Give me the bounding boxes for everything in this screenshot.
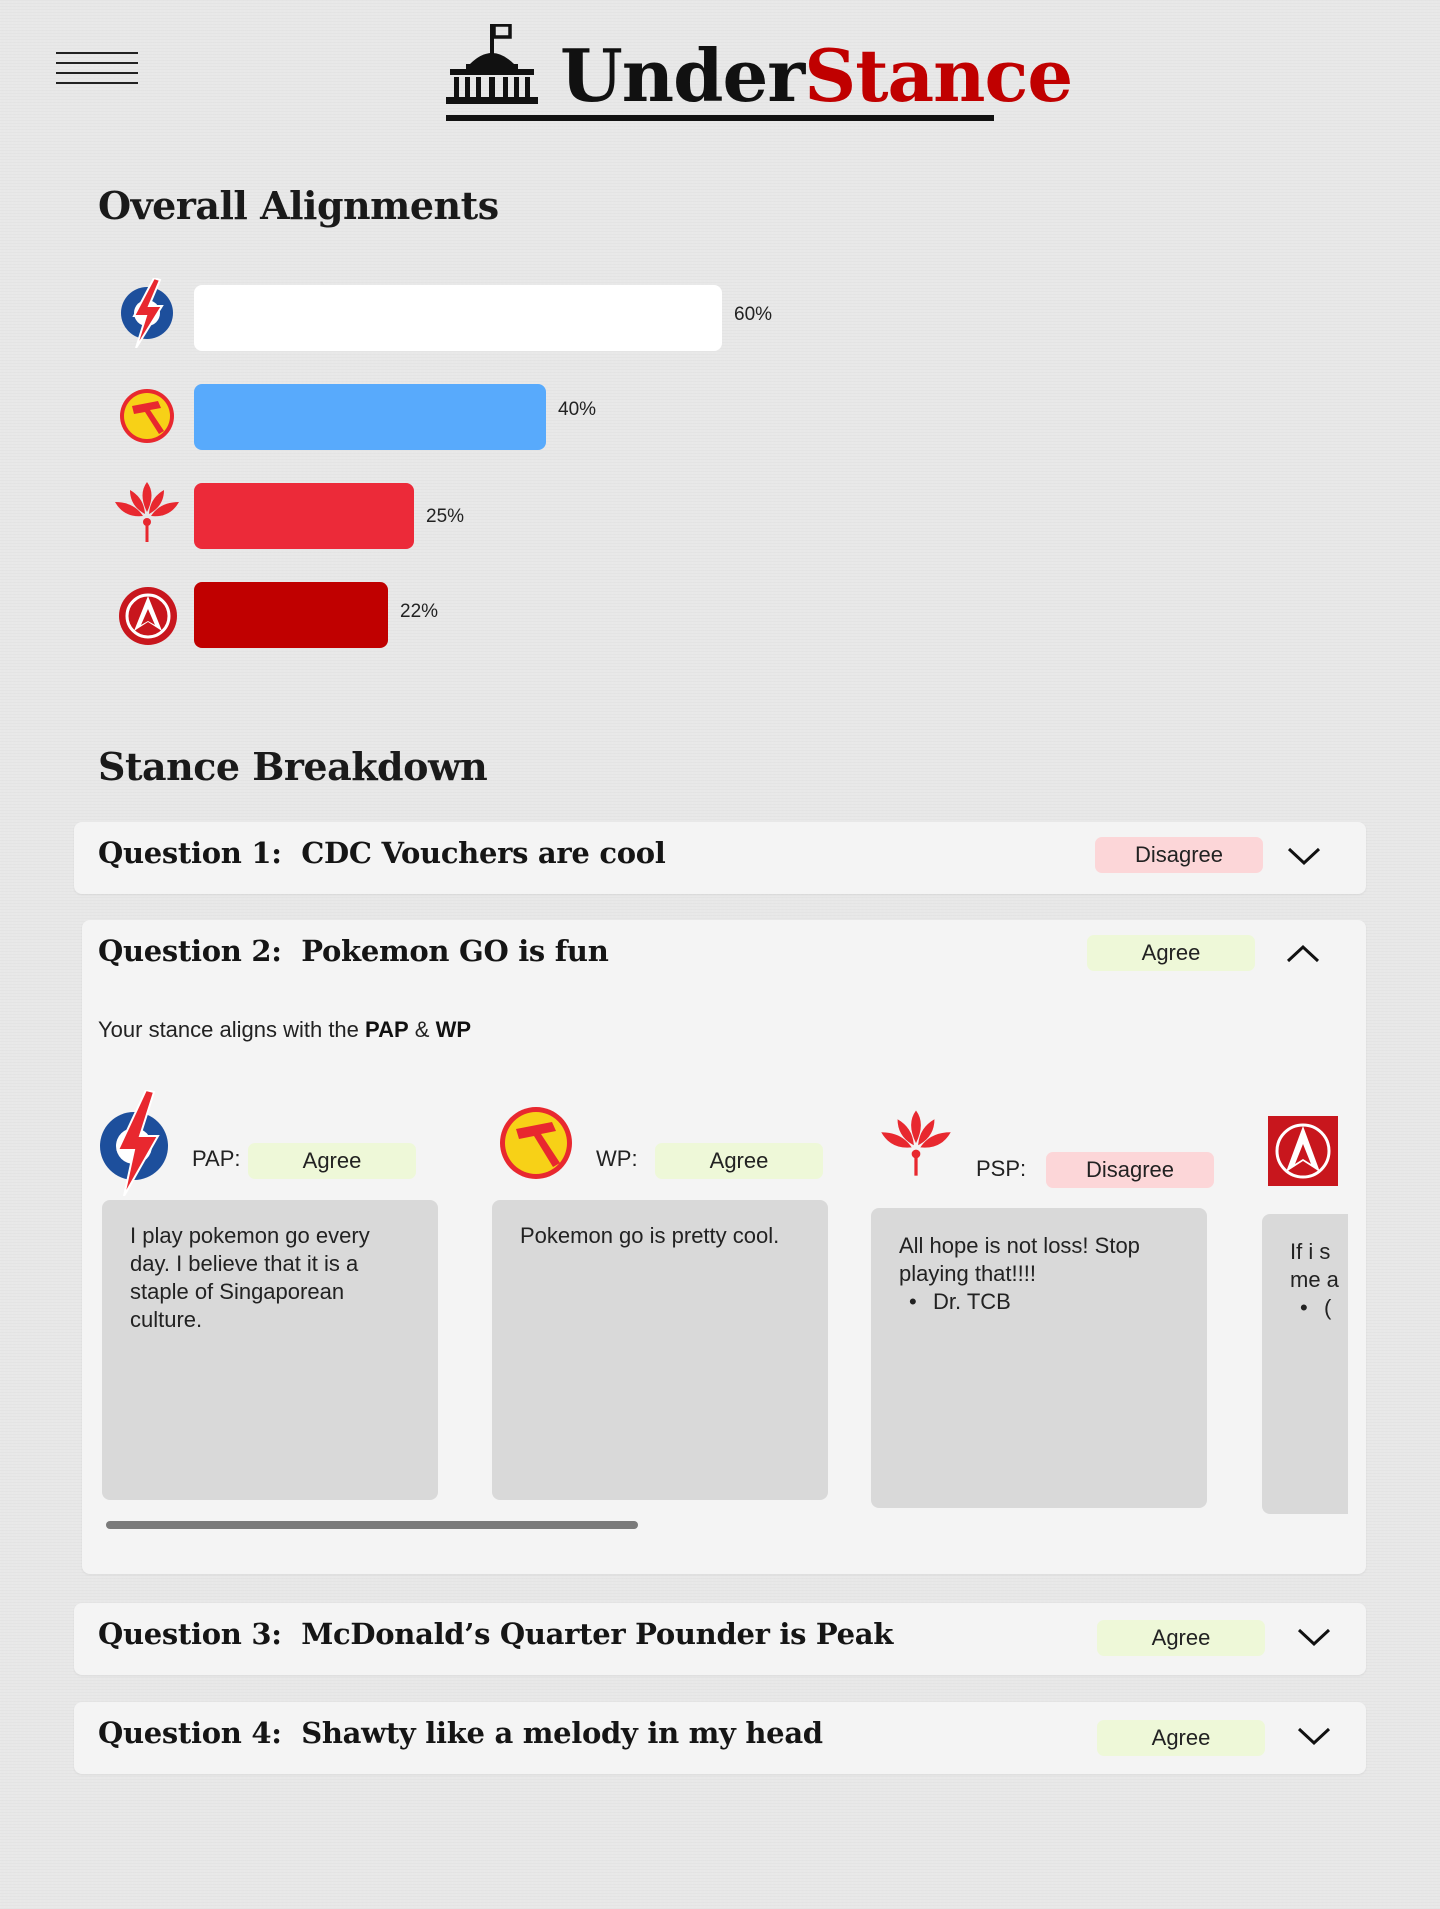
psp-logo-icon (115, 482, 179, 542)
party-name: PAP: (192, 1146, 241, 1171)
pap-logo-icon (121, 278, 173, 348)
bar-row-wp: 40% (108, 377, 808, 450)
sda-logo-icon (119, 587, 177, 645)
sda-logo-icon (1268, 1116, 1338, 1186)
question-title: Question 2: Pokemon GO is fun (98, 934, 609, 968)
stance-badge: Agree (1097, 1620, 1265, 1656)
party-name: PSP: (976, 1156, 1027, 1181)
bar-value-pap: 60% (734, 304, 773, 325)
chevron-down-icon[interactable] (1296, 1724, 1332, 1748)
brand-underline (446, 115, 994, 121)
stance-breakdown-heading: Stance Breakdown (98, 744, 488, 789)
alignment-summary: Your stance aligns with the PAP & WP (98, 1017, 472, 1042)
bar-sda (194, 582, 388, 648)
stance-badge: Agree (1097, 1720, 1265, 1756)
bar-row-psp: 25% (108, 476, 808, 549)
menu-button[interactable] (56, 52, 138, 86)
party-comment: If i s me a •( (1262, 1214, 1348, 1514)
pap-logo-icon (100, 1090, 168, 1196)
chevron-up-icon[interactable] (1285, 942, 1321, 966)
question-card-3[interactable]: Question 3: McDonald’s Quarter Pounder i… (74, 1603, 1366, 1675)
party-name: WP: (596, 1146, 638, 1171)
stance-badge: Agree (1087, 935, 1255, 971)
bar-row-sda: 22% (108, 575, 808, 648)
hamburger-menu-icon (56, 52, 138, 54)
question-card-1[interactable]: Question 1: CDC Vouchers are cool Disagr… (74, 822, 1366, 894)
party-stances-scroller[interactable]: PAP: Agree I play pokemon go every day. … (98, 1090, 1348, 1530)
horizontal-scrollbar[interactable] (106, 1521, 638, 1529)
brand-name: UnderStance (560, 33, 1073, 118)
party-stance-badge: Agree (248, 1143, 416, 1179)
chevron-down-icon[interactable] (1296, 1625, 1332, 1649)
wp-logo-icon (120, 389, 174, 443)
parliament-building-icon (446, 24, 538, 104)
party-comment: Pokemon go is pretty cool. (492, 1200, 828, 1500)
party-stance-badge: Disagree (1046, 1152, 1214, 1188)
bar-psp (194, 483, 414, 549)
bar-value-sda: 22% (400, 601, 439, 622)
overall-alignments-heading: Overall Alignments (98, 183, 499, 228)
bar-pap (194, 285, 722, 351)
party-comment: All hope is not loss! Stop playing that!… (871, 1208, 1207, 1508)
question-title: Question 4: Shawty like a melody in my h… (98, 1716, 823, 1750)
psp-logo-icon (881, 1110, 951, 1176)
question-title: Question 1: CDC Vouchers are cool (98, 836, 666, 870)
wp-logo-icon (500, 1107, 572, 1179)
party-comment: I play pokemon go every day. I believe t… (102, 1200, 438, 1500)
bar-value-psp: 25% (426, 506, 465, 527)
stance-badge: Disagree (1095, 837, 1263, 873)
question-title: Question 3: McDonald’s Quarter Pounder i… (98, 1617, 894, 1651)
bar-wp (194, 384, 546, 450)
bar-row-pap: 60% (108, 278, 808, 351)
question-card-2[interactable]: Question 2: Pokemon GO is fun Agree Your… (82, 920, 1366, 1574)
bar-value-wp: 40% (558, 399, 597, 420)
question-card-4[interactable]: Question 4: Shawty like a melody in my h… (74, 1702, 1366, 1774)
chevron-down-icon[interactable] (1286, 844, 1322, 868)
brand-logo[interactable]: UnderStance (446, 24, 1073, 122)
party-stance-badge: Agree (655, 1143, 823, 1179)
